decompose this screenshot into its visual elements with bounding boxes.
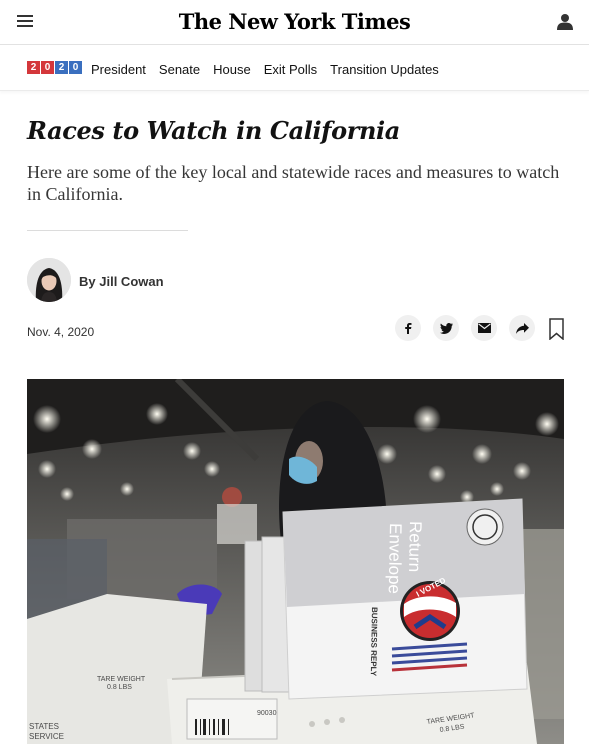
nav-link-exit-polls[interactable]: Exit Polls bbox=[264, 62, 317, 77]
election-nav-links: President Senate House Exit Polls Transi… bbox=[91, 62, 452, 77]
envelope-title-line-1: Return bbox=[405, 521, 425, 572]
byline-prefix: By bbox=[79, 274, 96, 289]
masthead: The New York Times bbox=[0, 0, 589, 45]
email-icon[interactable] bbox=[471, 315, 497, 341]
article-summary: Here are some of the key local and state… bbox=[27, 162, 560, 204]
lead-photo[interactable]: Return Envelope I VOTED BUSINESS REPLY T… bbox=[27, 379, 564, 744]
badge-digit: 2 bbox=[55, 61, 68, 74]
user-account-icon[interactable] bbox=[557, 13, 573, 30]
share-arrow-icon[interactable] bbox=[509, 315, 535, 341]
business-reply-text: BUSINESS REPLY bbox=[369, 607, 379, 677]
article-headline: Races to Watch in California bbox=[27, 116, 400, 145]
nav-link-senate[interactable]: Senate bbox=[159, 62, 200, 77]
tare-weight-label: TARE WEIGHT bbox=[97, 676, 146, 683]
publish-date: Nov. 4, 2020 bbox=[27, 325, 95, 339]
nav-link-house[interactable]: House bbox=[213, 62, 251, 77]
barcode-number: 90030 bbox=[257, 710, 277, 717]
tray-label: STATES bbox=[29, 722, 59, 731]
nav-link-president[interactable]: President bbox=[91, 62, 146, 77]
facebook-icon[interactable] bbox=[395, 315, 421, 341]
badge-digit: 2 bbox=[27, 61, 40, 74]
twitter-icon[interactable] bbox=[433, 315, 459, 341]
badge-digit: 0 bbox=[69, 61, 82, 74]
tray-label: SERVICE bbox=[29, 732, 64, 741]
byline: By Jill Cowan bbox=[79, 274, 164, 289]
bookmark-icon[interactable] bbox=[549, 318, 564, 341]
nav-link-transition-updates[interactable]: Transition Updates bbox=[330, 62, 439, 77]
divider bbox=[27, 230, 188, 231]
author-avatar[interactable] bbox=[27, 258, 71, 302]
nyt-logo[interactable]: The New York Times bbox=[0, 9, 589, 34]
2020-badge[interactable]: 2 0 2 0 bbox=[27, 61, 82, 74]
badge-digit: 0 bbox=[41, 61, 54, 74]
election-nav: 2 0 2 0 President Senate House Exit Poll… bbox=[0, 45, 589, 91]
author-name-link[interactable]: Jill Cowan bbox=[99, 274, 163, 289]
tare-weight-value: 0.8 LBS bbox=[107, 684, 132, 691]
envelope-title-line-2: Envelope bbox=[385, 523, 405, 594]
